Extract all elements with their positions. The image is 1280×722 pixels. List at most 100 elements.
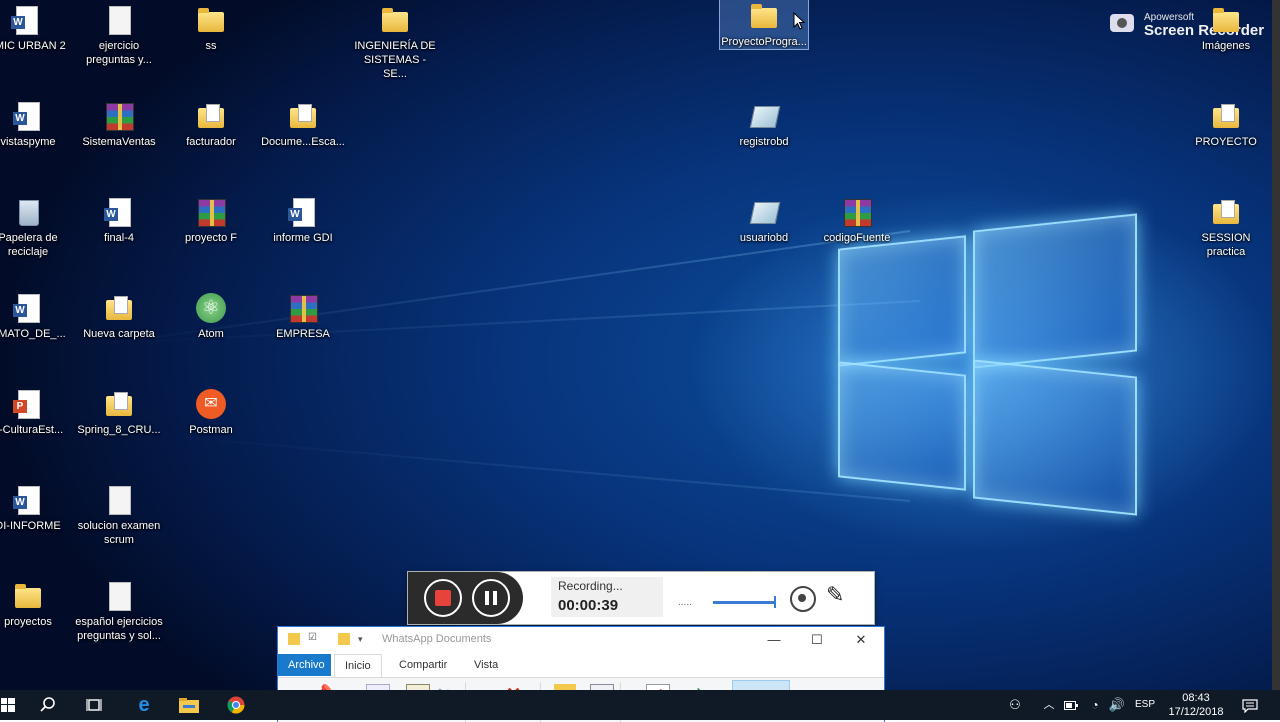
- word-document-icon: [103, 196, 135, 228]
- desktop-icon-label: ss: [205, 40, 217, 52]
- task-view-icon[interactable]: [72, 690, 116, 720]
- folder-icon: [1210, 196, 1242, 228]
- desktop-icon-label: DI-INFORME: [0, 520, 61, 532]
- desktop-icon[interactable]: Docume...Esca...: [259, 100, 347, 149]
- desktop-icon-label: PROYECTO: [1195, 136, 1257, 148]
- desktop-icon-label: solucion examen scrum: [77, 520, 161, 546]
- desktop-icon-label: vistaspyme: [0, 136, 56, 148]
- desktop-icon[interactable]: facturador: [167, 100, 255, 149]
- file-explorer-icon[interactable]: [167, 690, 211, 720]
- winrar-archive-icon: [287, 292, 319, 324]
- clock-time: 08:43: [1182, 692, 1210, 704]
- desktop-icon[interactable]: INGENIERÍA DE SISTEMAS - SE...: [351, 4, 439, 81]
- desktop-icon[interactable]: ss: [167, 4, 255, 53]
- explorer-titlebar: ☑ ▾ WhatsApp Documents — ☐ ✕: [278, 627, 884, 653]
- new-folder-icon[interactable]: [338, 633, 350, 645]
- desktop-icon[interactable]: ejercicio preguntas y...: [75, 4, 163, 67]
- clock[interactable]: 08:43 17/12/2018: [1158, 691, 1234, 719]
- pencil-icon[interactable]: ✎: [826, 582, 844, 608]
- text-document-icon: [103, 484, 135, 516]
- winrar-archive-icon: [841, 196, 873, 228]
- desktop-icon[interactable]: Atom: [167, 292, 255, 341]
- maximize-button[interactable]: ☐: [797, 629, 837, 651]
- wifi-icon[interactable]: ◔: [1085, 690, 1105, 720]
- battery-icon[interactable]: [1062, 690, 1080, 720]
- folder-icon: [379, 4, 411, 36]
- desktop-icon-label: Docume...Esca...: [261, 136, 345, 148]
- volume-slider[interactable]: [713, 596, 776, 608]
- recorder-controls-panel: [408, 572, 523, 624]
- pause-icon[interactable]: [472, 579, 510, 617]
- text-document-icon: [103, 4, 135, 36]
- close-button[interactable]: ✕: [841, 629, 881, 651]
- desktop-icon-label: Imágenes: [1201, 40, 1251, 52]
- people-icon[interactable]: ⚇: [1004, 690, 1026, 720]
- text-document-icon: [103, 580, 135, 612]
- language-indicator[interactable]: ESP: [1135, 699, 1155, 710]
- chrome-icon[interactable]: [214, 690, 258, 720]
- tab-compartir[interactable]: Compartir: [389, 654, 457, 676]
- desktop-icon-label: T-CulturaEst...: [0, 424, 64, 436]
- desktop-icon-label: ProyectoProgra...: [721, 36, 807, 48]
- folder-icon: [195, 4, 227, 36]
- desktop-icon[interactable]: final-4: [75, 196, 163, 245]
- word-document-icon: [10, 4, 42, 36]
- minimize-button[interactable]: —: [754, 629, 794, 651]
- edge-icon[interactable]: e: [122, 690, 166, 720]
- webcam-icon[interactable]: [790, 586, 816, 612]
- folder-icon: [103, 388, 135, 420]
- winrar-archive-icon: [195, 196, 227, 228]
- desktop-icon[interactable]: vistaspyme: [0, 100, 72, 149]
- desktop-icon-label: usuariobd: [739, 232, 789, 244]
- show-hidden-icon[interactable]: ︿: [1040, 690, 1058, 720]
- stop-icon[interactable]: [424, 579, 462, 617]
- desktop-icon[interactable]: Imágenes: [1182, 4, 1270, 53]
- desktop-icon[interactable]: usuariobd: [720, 196, 808, 245]
- desktop-icon-label: final-4: [104, 232, 134, 244]
- desktop-icon-label: SESSION practica: [1201, 232, 1251, 258]
- desktop-icon[interactable]: DI-INFORME: [0, 484, 72, 533]
- desktop-icon[interactable]: EMPRESA: [259, 292, 347, 341]
- taskbar: e ⚇ ︿ ◔ 🔊 ESP 08:43 17/12/2018: [0, 690, 1280, 720]
- recorder-toolbar: Recording... 00:00:39 ..... ✎: [407, 571, 875, 625]
- desktop-icon[interactable]: codigoFuente: [813, 196, 901, 245]
- desktop-icon-label: proyecto F: [185, 232, 237, 244]
- search-icon[interactable]: [26, 690, 70, 720]
- desktop-icon[interactable]: Postman: [167, 388, 255, 437]
- desktop-icon[interactable]: SistemaVentas: [75, 100, 163, 149]
- desktop-icon[interactable]: registrobd: [720, 100, 808, 149]
- desktop-icon[interactable]: Papelera de reciclaje: [0, 196, 72, 259]
- wallpaper-beam: [162, 434, 911, 502]
- desktop-icon[interactable]: solucion examen scrum: [75, 484, 163, 547]
- desktop-icon-label: SistemaVentas: [82, 136, 156, 148]
- tab-archivo[interactable]: Archivo: [278, 654, 331, 676]
- folder-icon: [12, 580, 44, 612]
- audio-level-dots: .....: [678, 597, 692, 608]
- desktop-icon-label: registrobd: [739, 136, 789, 148]
- notification-icon[interactable]: [1238, 690, 1262, 720]
- desktop-icon[interactable]: proyecto F: [167, 196, 255, 245]
- desktop-icon[interactable]: T-CulturaEst...: [0, 388, 72, 437]
- desktop-icon-label: EMPRESA: [276, 328, 330, 340]
- desktop-icon[interactable]: informe GDI: [259, 196, 347, 245]
- desktop-icon[interactable]: español ejercicios preguntas y sol...: [75, 580, 163, 643]
- desktop-icon[interactable]: Spring_8_CRU...: [75, 388, 163, 437]
- folder-icon: [288, 633, 300, 645]
- folder-icon: [195, 100, 227, 132]
- desktop-icon[interactable]: OMIC URBAN 2: [0, 4, 70, 53]
- desktop-icon-label: Papelera de reciclaje: [0, 232, 58, 258]
- word-document-icon: [12, 100, 44, 132]
- desktop-icon[interactable]: RMATO_DE_...: [0, 292, 72, 341]
- desktop-icon[interactable]: proyectos: [0, 580, 72, 629]
- quick-access-dropdown-icon[interactable]: ▾: [358, 633, 370, 645]
- tab-vista[interactable]: Vista: [464, 654, 508, 676]
- recording-status: Recording...: [558, 579, 623, 593]
- database-file-icon: [748, 100, 781, 132]
- properties-icon[interactable]: ☑: [308, 633, 320, 645]
- tab-inicio[interactable]: Inicio: [334, 654, 382, 677]
- desktop-icon[interactable]: PROYECTO: [1182, 100, 1270, 149]
- desktop-icon[interactable]: SESSION practica: [1182, 196, 1270, 259]
- word-document-icon: [287, 196, 319, 228]
- desktop-icon[interactable]: Nueva carpeta: [75, 292, 163, 341]
- volume-icon[interactable]: 🔊: [1107, 690, 1127, 720]
